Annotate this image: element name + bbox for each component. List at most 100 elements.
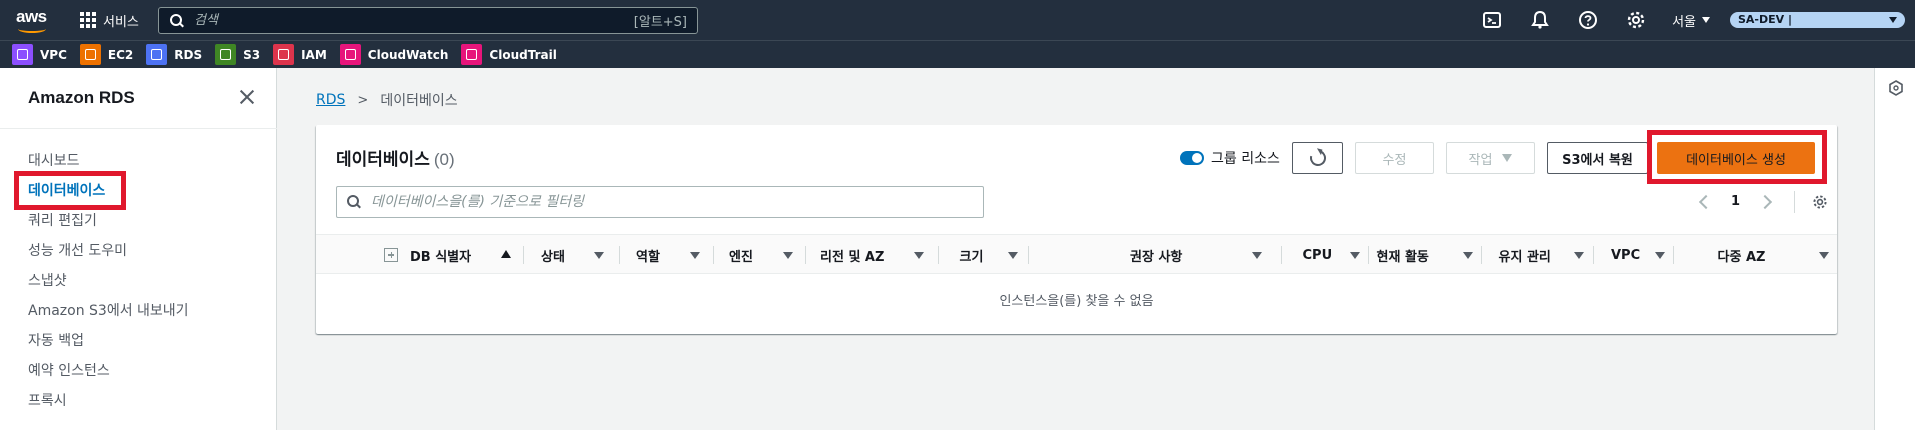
right-rail xyxy=(1874,68,1915,430)
panel-title: 데이터베이스 (0) xyxy=(336,145,455,170)
table-preferences-gear-icon[interactable] xyxy=(1812,194,1828,210)
sort-caret-icon[interactable] xyxy=(914,235,924,275)
settings-gear-icon[interactable] xyxy=(1626,10,1646,30)
database-filter-input[interactable] xyxy=(371,194,971,210)
global-search-input[interactable] xyxy=(194,13,614,28)
chevron-down-icon xyxy=(1702,17,1710,23)
sort-caret-icon[interactable] xyxy=(1655,235,1665,275)
favorite-iam[interactable]: IAM xyxy=(273,44,327,65)
favorite-rds[interactable]: RDS xyxy=(146,44,202,65)
sidebar-item-3[interactable]: 성능 개선 도우미 xyxy=(28,241,189,271)
sidebar-item-2[interactable]: 쿼리 편집기 xyxy=(28,211,189,241)
sort-caret-icon[interactable] xyxy=(1252,235,1262,275)
chevron-right-icon[interactable] xyxy=(1757,194,1773,209)
table-header: DB 식별자 상태 역할 엔진 리전 및 AZ 크기 권장 사항 CPU 현재 활동 유지 관리 V… xyxy=(316,234,1837,274)
toggle-switch[interactable] xyxy=(1180,151,1204,165)
column-divider[interactable] xyxy=(1673,246,1674,264)
favorite-ec2[interactable]: EC2 xyxy=(79,44,133,65)
highlight-box-create-database xyxy=(1647,130,1827,184)
column-divider[interactable] xyxy=(713,246,714,264)
sort-caret-icon[interactable] xyxy=(690,235,700,275)
favorite-vpc[interactable]: VPC xyxy=(12,44,67,65)
restore-from-s3-label: S3에서 복원 xyxy=(1562,152,1633,168)
database-filter[interactable] xyxy=(336,186,984,218)
refresh-icon xyxy=(1306,147,1329,169)
column-header-8[interactable]: 현재 활동 xyxy=(1377,235,1429,275)
breadcrumb-separator-icon: > xyxy=(357,92,369,108)
column-divider[interactable] xyxy=(1028,246,1029,264)
database-count: (0) xyxy=(433,150,455,169)
global-search[interactable]: [알트+S] xyxy=(158,7,698,34)
page-number[interactable]: 1 xyxy=(1731,194,1740,209)
column-header-11[interactable]: 다중 AZ xyxy=(1718,235,1766,275)
sort-caret-icon[interactable] xyxy=(594,235,604,275)
sidebar-item-4[interactable]: 스냅샷 xyxy=(28,271,189,301)
actions-label: 작업 xyxy=(1468,152,1493,168)
empty-state-message: 인스턴스을(를) 찾을 수 없음 xyxy=(999,294,1154,309)
column-header-1[interactable]: 상태 xyxy=(541,235,565,275)
column-divider[interactable] xyxy=(805,246,806,264)
column-divider[interactable] xyxy=(1481,246,1482,264)
sidebar-title: Amazon RDS xyxy=(28,88,135,107)
favorite-s3[interactable]: S3 xyxy=(215,44,260,65)
favorite-cloudwatch[interactable]: CloudWatch xyxy=(339,44,448,65)
column-header-4[interactable]: 리전 및 AZ xyxy=(820,235,884,275)
help-icon[interactable] xyxy=(1578,10,1598,30)
cloudshell-icon[interactable] xyxy=(1482,10,1502,30)
column-header-6[interactable]: 권장 사항 xyxy=(1130,235,1182,275)
column-divider[interactable] xyxy=(938,246,939,264)
sort-caret-icon[interactable] xyxy=(783,235,793,275)
services-menu-button[interactable]: 서비스 xyxy=(80,0,139,40)
chevron-left-icon[interactable] xyxy=(1698,194,1714,209)
group-resources-toggle[interactable]: 그룹 리소스 xyxy=(1180,148,1280,168)
account-menu[interactable]: SA-DEV | xyxy=(1730,12,1905,28)
account-label: SA-DEV | xyxy=(1738,13,1793,26)
breadcrumb: RDS > 데이터베이스 xyxy=(316,90,458,110)
restore-from-s3-button[interactable]: S3에서 복원 xyxy=(1547,142,1648,174)
panel-title-text: 데이터베이스 xyxy=(336,150,430,169)
column-header-7[interactable]: CPU xyxy=(1303,235,1333,275)
column-header-3[interactable]: 엔진 xyxy=(729,235,753,275)
sort-caret-icon[interactable] xyxy=(1574,235,1584,275)
sidebar-item-7[interactable]: 예약 인스턴스 xyxy=(28,361,189,391)
column-header-5[interactable]: 크기 xyxy=(960,235,984,275)
breadcrumb-rds-link[interactable]: RDS xyxy=(316,92,345,108)
favorite-label: IAM xyxy=(301,47,327,62)
actions-dropdown[interactable]: 작업 xyxy=(1446,142,1535,174)
favorite-cloudtrail[interactable]: CloudTrail xyxy=(461,44,557,65)
region-selector[interactable]: 서울 xyxy=(1672,11,1710,30)
sidebar-item-8[interactable]: 프록시 xyxy=(28,391,189,421)
column-header-0[interactable]: DB 식별자 xyxy=(410,235,471,275)
sort-caret-icon[interactable] xyxy=(1008,235,1018,275)
modify-button[interactable]: 수정 xyxy=(1355,142,1434,174)
column-header-9[interactable]: 유지 관리 xyxy=(1499,235,1551,275)
column-divider[interactable] xyxy=(1593,246,1594,264)
sort-ascending-icon[interactable] xyxy=(501,235,511,275)
iam-service-icon xyxy=(273,44,295,65)
favorite-label: S3 xyxy=(243,47,261,62)
column-divider[interactable] xyxy=(523,246,524,264)
info-panel-icon[interactable] xyxy=(1888,80,1904,96)
expand-all-icon[interactable] xyxy=(384,248,398,262)
s3-service-icon xyxy=(215,44,237,65)
aws-logo[interactable]: aws xyxy=(14,5,58,35)
column-divider[interactable] xyxy=(1281,246,1282,264)
sort-caret-icon[interactable] xyxy=(1819,235,1829,275)
notifications-bell-icon[interactable] xyxy=(1530,10,1550,30)
top-navigation: aws 서비스 [알트+S] 서울 SA-DEV | xyxy=(0,0,1915,40)
refresh-button[interactable] xyxy=(1292,142,1343,174)
sort-caret-icon[interactable] xyxy=(1350,235,1360,275)
modify-button-label: 수정 xyxy=(1382,152,1407,168)
column-header-10[interactable]: VPC xyxy=(1611,235,1640,275)
close-icon[interactable] xyxy=(238,88,256,106)
sidebar-item-5[interactable]: Amazon S3에서 내보내기 xyxy=(28,301,189,331)
grid-icon xyxy=(80,12,96,28)
sidebar-item-6[interactable]: 자동 백업 xyxy=(28,331,189,361)
column-divider[interactable] xyxy=(1368,246,1369,264)
column-header-2[interactable]: 역할 xyxy=(636,235,660,275)
sort-caret-icon[interactable] xyxy=(1463,235,1473,275)
pager-divider xyxy=(1794,191,1795,213)
chevron-down-icon xyxy=(1889,17,1897,23)
column-divider[interactable] xyxy=(619,246,620,264)
region-label: 서울 xyxy=(1672,14,1696,30)
